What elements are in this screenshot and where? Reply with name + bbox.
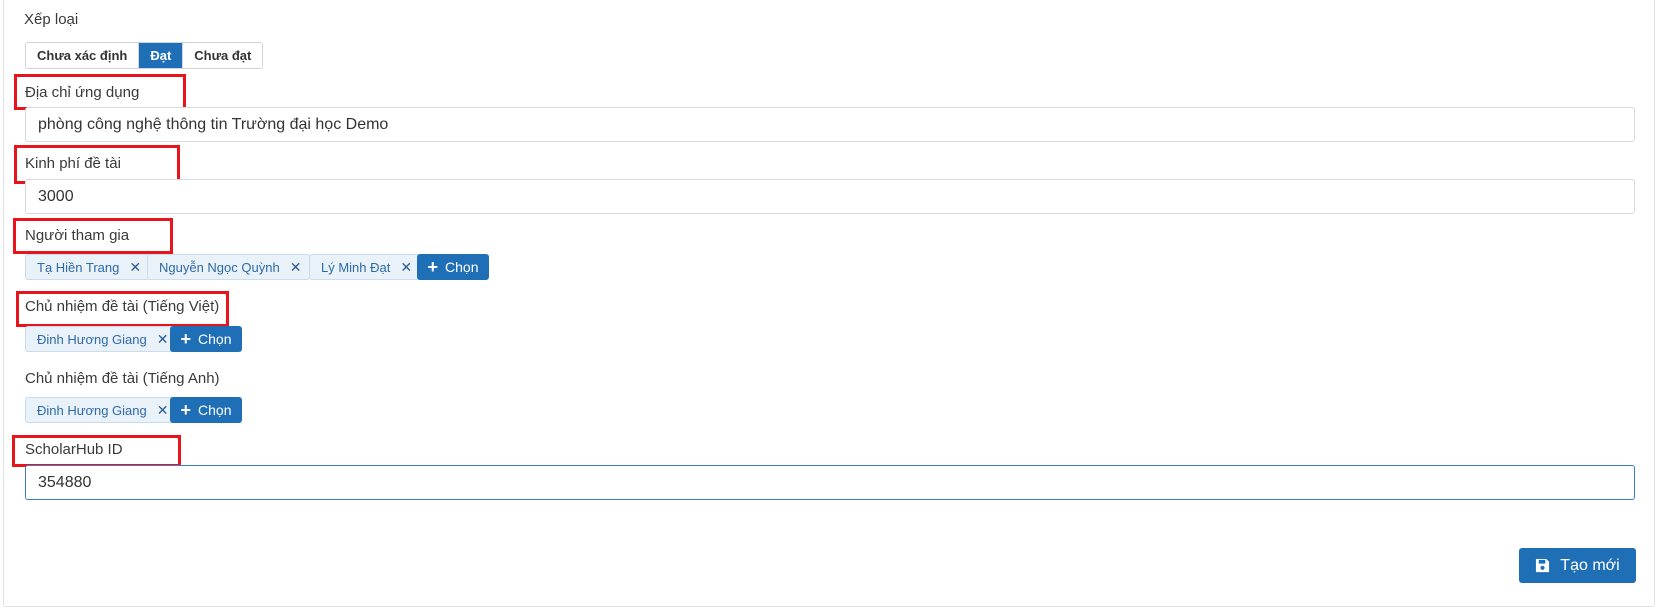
participants-label: Người tham gia	[25, 227, 130, 244]
participant-tag-label: Tạ Hiền Trang	[37, 259, 120, 275]
create-button[interactable]: Tạo mới	[1519, 548, 1636, 583]
budget-input[interactable]: 3000	[25, 179, 1635, 214]
classification-option-undetermined[interactable]: Chưa xác định	[26, 43, 140, 68]
remove-icon[interactable]: ✕	[157, 331, 169, 348]
leader-vi-label: Chủ nhiệm đề tài (Tiếng Việt)	[25, 298, 220, 315]
classification-option-passed[interactable]: Đạt	[139, 43, 184, 68]
save-icon	[1536, 558, 1550, 573]
application-address-label: Địa chỉ ứng dụng	[25, 84, 140, 101]
leader-en-label: Chủ nhiệm đề tài (Tiếng Anh)	[25, 370, 220, 387]
plus-icon: +	[180, 329, 192, 349]
leader-vi-tag-label: Đinh Hương Giang	[37, 331, 147, 347]
classification-option-failed[interactable]: Chưa đạt	[183, 43, 263, 68]
scholarhub-input[interactable]: 354880	[25, 465, 1635, 500]
choose-button-label: Chọn	[198, 402, 232, 418]
choose-button-label: Chọn	[445, 259, 479, 275]
form-panel	[3, 0, 1655, 607]
choose-participants-button[interactable]: + Chọn	[417, 254, 489, 280]
scholarhub-label: ScholarHub ID	[25, 441, 123, 458]
plus-icon: +	[180, 400, 192, 420]
create-button-label: Tạo mới	[1560, 556, 1620, 574]
participant-tag-label: Nguyễn Ngọc Quỳnh	[159, 259, 280, 275]
remove-icon[interactable]: ✕	[129, 259, 141, 276]
participant-tag: Tạ Hiền Trang ✕	[25, 254, 151, 280]
choose-leader-en-button[interactable]: + Chọn	[170, 397, 242, 423]
leader-en-tag: Đinh Hương Giang ✕	[25, 397, 178, 423]
budget-label: Kinh phí đề tài	[25, 155, 121, 172]
participant-tag: Lý Minh Đạt ✕	[309, 254, 422, 280]
classification-segmented-control: Chưa xác định Đạt Chưa đạt	[25, 42, 264, 69]
leader-vi-tag: Đinh Hương Giang ✕	[25, 326, 178, 352]
remove-icon[interactable]: ✕	[157, 402, 169, 419]
participant-tag-label: Lý Minh Đạt	[321, 259, 391, 275]
choose-button-label: Chọn	[198, 331, 232, 347]
remove-icon[interactable]: ✕	[290, 259, 302, 276]
application-address-input[interactable]: phòng công nghệ thông tin Trường đại học…	[25, 107, 1635, 142]
remove-icon[interactable]: ✕	[400, 259, 412, 276]
choose-leader-vi-button[interactable]: + Chọn	[170, 326, 242, 352]
participant-tag: Nguyễn Ngọc Quỳnh ✕	[147, 254, 311, 280]
classification-label: Xếp loại	[24, 11, 79, 28]
leader-en-tag-label: Đinh Hương Giang	[37, 402, 147, 418]
plus-icon: +	[427, 257, 439, 277]
